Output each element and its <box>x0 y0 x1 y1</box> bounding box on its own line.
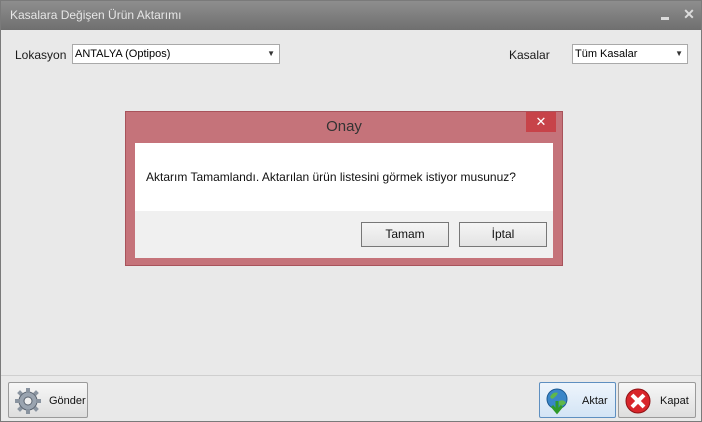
cancel-icon <box>623 387 653 418</box>
gonder-button[interactable]: Gönder <box>8 382 88 418</box>
title-bar: Kasalara Değişen Ürün Aktarımı ✕ <box>1 1 701 30</box>
kapat-label: Kapat <box>660 395 689 407</box>
dialog-footer: Tamam İptal <box>135 211 553 258</box>
lokasyon-label: Lokasyon <box>15 48 67 62</box>
kasalar-select[interactable]: Tüm Kasalar ▼ <box>572 44 688 64</box>
chevron-down-icon: ▼ <box>267 49 275 58</box>
kasalar-label: Kasalar <box>509 48 550 62</box>
tamam-button[interactable]: Tamam <box>361 222 449 247</box>
aktar-button[interactable]: Aktar <box>539 382 616 418</box>
main-window: Kasalara Değişen Ürün Aktarımı ✕ Lokasyo… <box>0 0 702 422</box>
aktar-label: Aktar <box>582 395 608 407</box>
minimize-icon[interactable] <box>657 6 673 22</box>
confirm-dialog: Onay ✕ Aktarım Tamamlandı. Aktarılan ürü… <box>125 111 563 266</box>
gonder-label: Gönder <box>49 395 86 407</box>
dialog-body: Aktarım Tamamlandı. Aktarılan ürün liste… <box>135 143 553 211</box>
kasalar-value: Tüm Kasalar <box>575 48 638 60</box>
dialog-title: Onay <box>326 118 362 135</box>
window-title: Kasalara Değişen Ürün Aktarımı <box>10 8 182 22</box>
lokasyon-value: ANTALYA (Optipos) <box>75 48 171 60</box>
kapat-button[interactable]: Kapat <box>618 382 696 418</box>
bottom-toolbar: Gönder Aktar Kapat <box>1 375 701 422</box>
gear-icon <box>13 387 43 418</box>
close-icon[interactable]: ✕ <box>681 6 697 22</box>
chevron-down-icon: ▼ <box>675 49 683 58</box>
iptal-button[interactable]: İptal <box>459 222 547 247</box>
dialog-message: Aktarım Tamamlandı. Aktarılan ürün liste… <box>146 170 516 184</box>
lokasyon-select[interactable]: ANTALYA (Optipos) ▼ <box>72 44 280 64</box>
download-icon <box>544 387 572 418</box>
dialog-close-icon[interactable]: ✕ <box>526 112 556 132</box>
